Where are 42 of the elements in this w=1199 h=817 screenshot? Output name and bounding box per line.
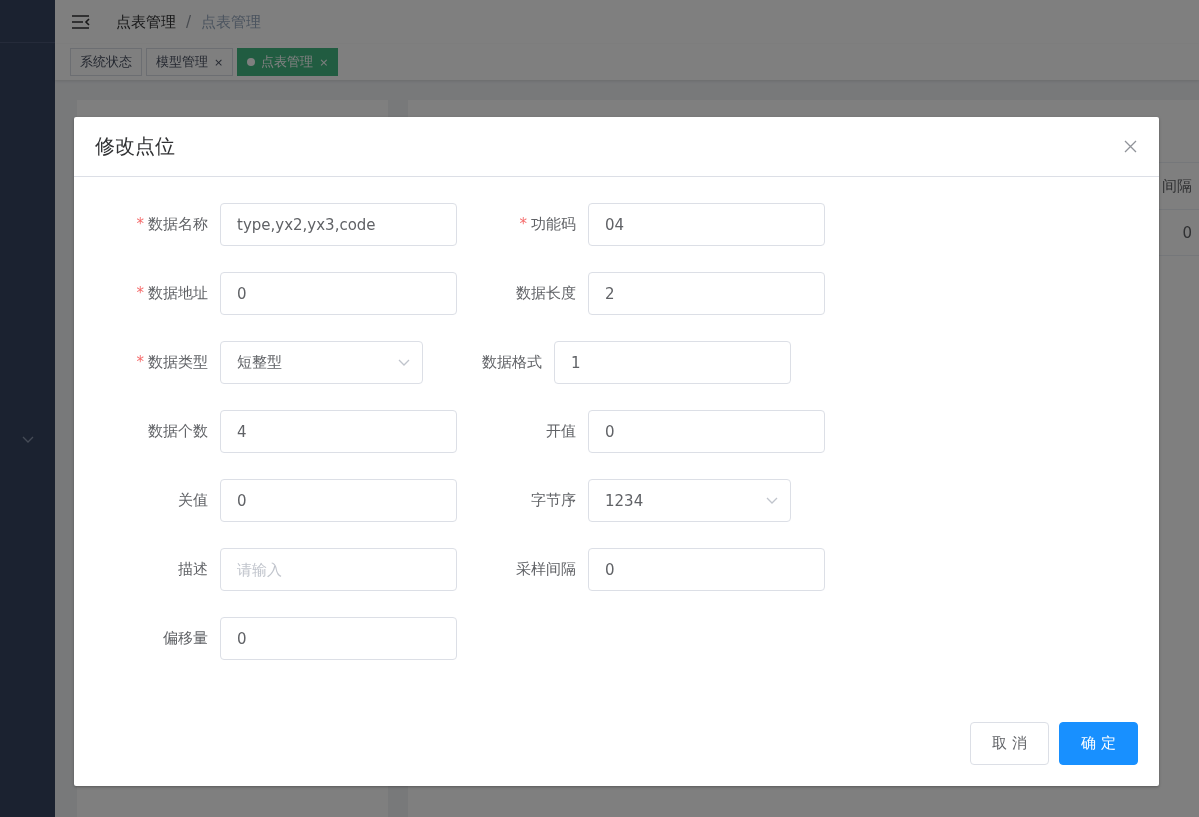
field-label: * 数据类型 (135, 353, 209, 372)
field-label: * 数据名称 (135, 215, 209, 234)
breadcrumb-item[interactable]: 点表管理 (116, 12, 176, 32)
column-header: 间隔 (1162, 176, 1192, 196)
select-field[interactable]: 1234 (588, 479, 791, 522)
input-field[interactable]: 4 (220, 410, 457, 453)
close-icon[interactable] (1124, 140, 1137, 153)
input-field[interactable]: 0 (588, 548, 825, 591)
field-label: * 数据地址 (135, 284, 209, 303)
input-field[interactable]: 0 (220, 272, 457, 315)
tab[interactable]: 模型管理 × (146, 48, 234, 76)
input-field[interactable]: 请输入 (220, 548, 457, 591)
field-label: 数据格式 (481, 353, 543, 372)
chevron-down-icon (398, 358, 410, 367)
field-label: 关值 (177, 491, 209, 510)
tab[interactable]: 系统状态 (70, 48, 142, 76)
input-field[interactable]: 2 (588, 272, 825, 315)
input-field[interactable]: 0 (588, 410, 825, 453)
field-label: 采样间隔 (515, 560, 577, 579)
field-label: 偏移量 (162, 629, 209, 648)
select-field[interactable]: 短整型 (220, 341, 423, 384)
field-label: 数据个数 (147, 422, 209, 441)
close-icon[interactable]: × (214, 55, 224, 69)
field-label: 字节序 (530, 491, 577, 510)
field-label: 开值 (545, 422, 577, 441)
field-label: 数据长度 (515, 284, 577, 303)
input-field[interactable]: 04 (588, 203, 825, 246)
confirm-button[interactable]: 确 定 (1059, 722, 1138, 765)
menu-icon[interactable] (72, 15, 90, 29)
table-cell: 0 (1182, 223, 1192, 242)
dialog-title: 修改点位 (95, 133, 175, 160)
input-field[interactable]: type,yx2,yx3,code (220, 203, 457, 246)
input-field[interactable]: 0 (220, 479, 457, 522)
chevron-down-icon (21, 436, 34, 444)
breadcrumb-separator: / (186, 13, 192, 31)
cancel-button[interactable]: 取 消 (970, 722, 1049, 765)
input-field[interactable]: 1 (554, 341, 791, 384)
field-label: 描述 (177, 560, 209, 579)
field-label: * 功能码 (518, 215, 577, 234)
input-field[interactable]: 0 (220, 617, 457, 660)
dot-icon (247, 58, 256, 66)
chevron-down-icon (766, 496, 778, 505)
